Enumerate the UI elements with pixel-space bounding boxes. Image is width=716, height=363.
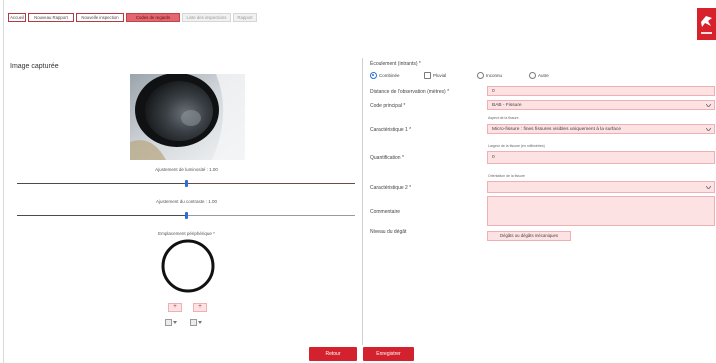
dial-ring (161, 239, 215, 293)
radio-icon[interactable] (477, 72, 484, 79)
logo-wordmark (701, 32, 712, 34)
flow-option-label: Inconnu (486, 73, 503, 78)
flow-option-label: Autre (538, 73, 549, 78)
characteristic-1-select[interactable]: Micro-fissure : fines fissures visibles … (487, 124, 715, 134)
contrast-label: Ajustement du contraste : 1.00 (155, 199, 218, 204)
characteristic-2-hint: Orientation de la fissure (488, 174, 525, 178)
distance-input[interactable] (487, 86, 715, 96)
logo-background (697, 8, 716, 40)
flow-option-other[interactable]: Autre (529, 72, 549, 79)
camera-capture-image (130, 74, 245, 160)
characteristic-1-hint: Aspect de la fissure (488, 116, 519, 120)
peripheral-location-dial[interactable] (160, 238, 216, 294)
chevron-down-icon (706, 185, 711, 189)
contrast-slider-fill (17, 215, 186, 216)
checkbox-icon[interactable] (424, 72, 431, 79)
captured-image-title: Image capturée (10, 63, 59, 70)
flow-option-stormwater[interactable]: Pluvial (424, 72, 446, 79)
chevron-down-icon (198, 320, 202, 324)
main-code-select[interactable]: BAB - Fissure (487, 100, 715, 110)
flow-option-label: Pluvial (433, 73, 447, 78)
pipe-opening (145, 81, 213, 141)
location-add-button-1[interactable]: + (168, 303, 182, 312)
main-code-label: Code principal * (370, 103, 406, 109)
tab-home[interactable]: Accueil (8, 13, 26, 22)
main-code-value: BAB - Fissure (492, 102, 522, 108)
damage-level-button[interactable]: Dégâts ou dégâts mécaniques (487, 231, 571, 241)
flow-option-combined[interactable]: Combinée (370, 72, 400, 79)
chevron-down-icon (706, 127, 711, 131)
damage-level-label: Niveau du dégât (370, 229, 407, 235)
characteristic-1-label: Caractéristique 1 * (370, 127, 412, 133)
back-button[interactable]: Retour (309, 347, 357, 361)
grid-select-icon (190, 318, 197, 326)
contrast-slider-thumb[interactable] (184, 212, 188, 219)
radio-icon[interactable] (529, 72, 536, 79)
brightness-label: Ajustement de luminosité : 1.00 (155, 167, 218, 172)
tab-inspection-list[interactable]: Liste des inspections (182, 13, 231, 22)
top-nav: Accueil Nouveau Rapport Nouvelle inspect… (8, 13, 257, 22)
quantification-hint: Largeur de la fissure (en millimètres) (488, 144, 545, 148)
window-left-border (3, 0, 4, 363)
brand-logo-icon (697, 8, 716, 40)
chevron-down-icon (706, 103, 711, 107)
clock-start-select[interactable] (165, 318, 183, 326)
peripheral-location-label: Emplacement périphérique * (158, 231, 215, 236)
brightness-slider-fill (17, 183, 186, 184)
chevron-down-icon (173, 320, 177, 324)
radio-checked-icon[interactable] (370, 72, 377, 79)
location-add-button-2[interactable]: + (193, 303, 207, 312)
characteristic-2-label: Caractéristique 2 * (370, 185, 412, 191)
brightness-slider[interactable] (17, 180, 355, 187)
tab-manhole-codes[interactable]: Codes de regards (126, 13, 180, 22)
flow-label: Écoulement (intrants) * (370, 61, 421, 67)
contrast-slider[interactable] (17, 212, 355, 219)
comment-label: Commentaire (370, 209, 401, 215)
panel-divider (362, 58, 363, 345)
quantification-label: Quantification * (370, 155, 404, 161)
tab-new-inspection[interactable]: Nouvelle inspection (76, 13, 124, 22)
flow-option-label: Combinée (379, 73, 400, 78)
characteristic-1-value: Micro-fissure : fines fissures visibles … (492, 126, 622, 132)
pipe-reflection (181, 110, 201, 126)
grid-select-icon (165, 318, 172, 326)
clock-end-select[interactable] (190, 318, 208, 326)
flow-option-unknown[interactable]: Inconnu (477, 72, 502, 79)
tab-new-report[interactable]: Nouveau Rapport (28, 13, 74, 22)
quantification-input[interactable] (487, 151, 715, 164)
save-button[interactable]: Enregistrer (363, 347, 414, 361)
characteristic-2-select[interactable] (487, 181, 715, 193)
comment-textarea[interactable] (487, 196, 715, 226)
distance-label: Distance de l'observation (mètres) * (370, 89, 450, 95)
tab-report[interactable]: Rapport (233, 13, 257, 22)
brightness-slider-thumb[interactable] (184, 180, 188, 187)
